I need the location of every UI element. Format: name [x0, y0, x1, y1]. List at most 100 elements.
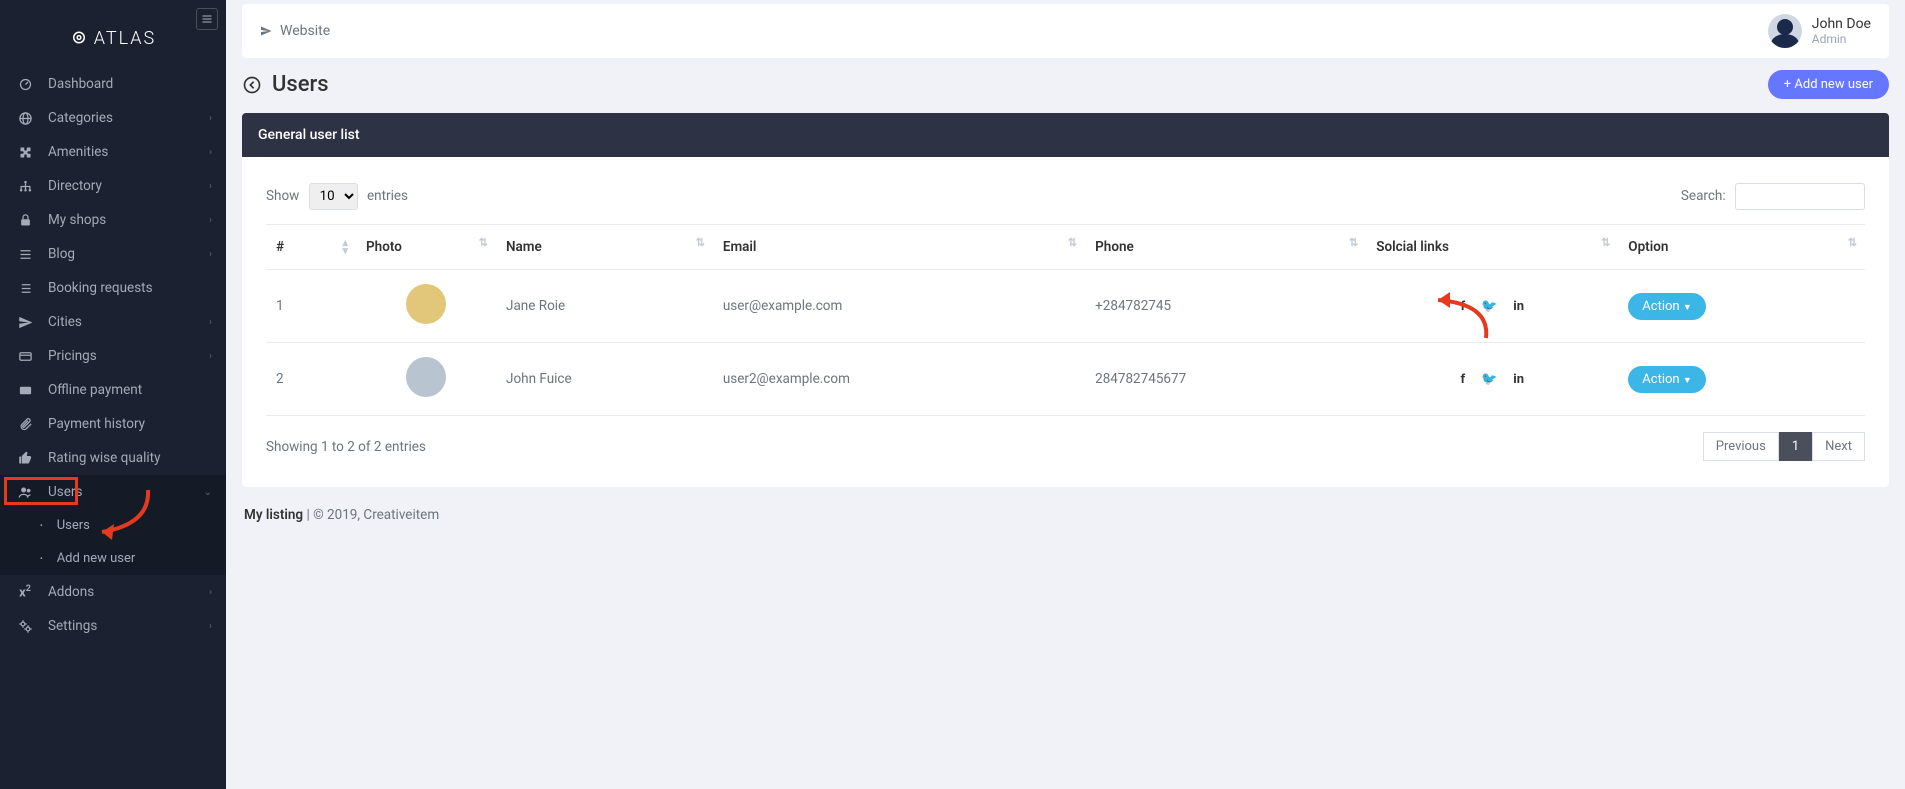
caret-down-icon: ▼: [1683, 376, 1692, 386]
gear-icon: [16, 619, 34, 634]
sidebar-item-categories[interactable]: Categories›: [0, 101, 226, 135]
col-phone[interactable]: Phone⇅: [1085, 225, 1366, 270]
website-label: Website: [280, 23, 330, 39]
cell-social: f 🐦 in: [1366, 343, 1618, 416]
page-1-button[interactable]: 1: [1779, 432, 1812, 461]
facebook-icon[interactable]: f: [1460, 372, 1465, 387]
sort-icon: ⇅: [1068, 239, 1077, 247]
hamburger-icon: [201, 13, 213, 25]
sidebar-item-offline-payment[interactable]: Offline payment: [0, 373, 226, 407]
sidebar-item-label: Settings: [48, 618, 97, 634]
sidebar-toggle-button[interactable]: [196, 8, 218, 30]
table-footer: Showing 1 to 2 of 2 entries Previous 1 N…: [266, 432, 1865, 461]
cell-phone: 284782745677: [1085, 343, 1366, 416]
sort-icon: ⇅: [696, 239, 705, 247]
circle-arrow-icon: [242, 75, 262, 95]
action-button[interactable]: Action ▼: [1628, 366, 1705, 393]
sidebar-item-blog[interactable]: Blog›: [0, 237, 226, 271]
puzzle-icon: [16, 145, 34, 160]
cell-email: user2@example.com: [713, 343, 1085, 416]
sidebar-item-label: Dashboard: [48, 76, 113, 92]
user-avatar: [1768, 14, 1802, 48]
sidebar-nav: DashboardCategories›Amenities›Directory›…: [0, 67, 226, 643]
search-input[interactable]: [1735, 183, 1865, 210]
col-solcial-links[interactable]: Solcial links⇅: [1366, 225, 1618, 270]
sidebar-subitem-add-new-user[interactable]: •Add new user: [0, 542, 226, 575]
footer-brand: My listing: [244, 507, 303, 523]
chevron-icon: ›: [209, 147, 212, 158]
user-menu[interactable]: John Doe Admin: [1768, 14, 1871, 48]
show-label: Show: [266, 188, 299, 204]
page-header: Users + Add new user: [242, 70, 1889, 99]
sidebar-item-dashboard[interactable]: Dashboard: [0, 67, 226, 101]
footer-credit: Creativeitem: [363, 507, 439, 523]
tree-icon: [16, 179, 34, 194]
sidebar-item-label: Addons: [48, 584, 94, 600]
col-email[interactable]: Email⇅: [713, 225, 1085, 270]
col-option[interactable]: Option⇅: [1618, 225, 1865, 270]
wallet-icon: [16, 383, 34, 398]
col-name[interactable]: Name⇅: [496, 225, 713, 270]
sidebar-item-label: Directory: [48, 178, 102, 194]
brand-logo[interactable]: ATLAS: [0, 0, 226, 67]
facebook-icon[interactable]: f: [1460, 299, 1465, 314]
sidebar-item-directory[interactable]: Directory›: [0, 169, 226, 203]
sidebar-item-my-shops[interactable]: My shops ›: [0, 203, 226, 237]
topbar: Website John Doe Admin: [242, 4, 1889, 58]
sidebar-item-label: Rating wise quality: [48, 450, 160, 466]
sidebar-subitem-users[interactable]: •Users: [0, 509, 226, 542]
page-title: Users: [242, 72, 329, 97]
sidebar-item-rating-wise-quality[interactable]: Rating wise quality: [0, 441, 226, 475]
sidebar-item-cities[interactable]: Cities ›: [0, 305, 226, 339]
bullet-icon: •: [40, 554, 43, 563]
sort-icon: ⇅: [479, 239, 488, 247]
brand-text: ATLAS: [94, 28, 156, 49]
col-photo[interactable]: Photo⇅: [356, 225, 496, 270]
sidebar-item-label: Cities: [48, 314, 82, 330]
sidebar-item-settings[interactable]: Settings›: [0, 609, 226, 643]
entries-label: entries: [367, 188, 408, 204]
chevron-icon: ›: [209, 317, 212, 328]
bullet-icon: •: [40, 521, 43, 530]
chevron-icon: ⌄: [204, 487, 212, 498]
pagination: Previous 1 Next: [1703, 432, 1865, 461]
action-button[interactable]: Action ▼: [1628, 293, 1705, 320]
add-new-user-button[interactable]: + Add new user: [1768, 70, 1889, 99]
sort-icon: ⇅: [1848, 239, 1857, 247]
chevron-icon: ›: [209, 215, 212, 226]
prev-button[interactable]: Previous: [1703, 432, 1779, 461]
next-button[interactable]: Next: [1812, 432, 1865, 461]
list-icon: [16, 247, 34, 262]
twitter-icon[interactable]: 🐦: [1481, 299, 1497, 314]
card-icon: [16, 349, 34, 364]
cell-index: 1: [266, 270, 356, 343]
linkedin-icon[interactable]: in: [1513, 372, 1524, 387]
user-role: Admin: [1812, 32, 1871, 46]
cell-option: Action ▼: [1618, 343, 1865, 416]
entries-select[interactable]: 10: [309, 183, 358, 210]
map-pin-icon: [70, 30, 88, 48]
x2-icon: x2: [16, 584, 34, 600]
website-link[interactable]: Website: [260, 23, 330, 39]
col--[interactable]: #▴▾: [266, 225, 356, 270]
user-name: John Doe: [1812, 16, 1871, 32]
sidebar-item-payment-history[interactable]: Payment history: [0, 407, 226, 441]
users-card: General user list Show 10 entries Search…: [242, 113, 1889, 487]
users-table: #▴▾Photo⇅Name⇅Email⇅Phone⇅Solcial links⇅…: [266, 224, 1865, 416]
sidebar: ATLAS DashboardCategories›Amenities›Dire…: [0, 0, 226, 789]
sidebar-item-addons[interactable]: x2Addons›: [0, 575, 226, 609]
cell-option: Action ▼: [1618, 270, 1865, 343]
cell-photo: [356, 343, 496, 416]
globe-icon: [16, 111, 34, 126]
sidebar-item-pricings[interactable]: Pricings›: [0, 339, 226, 373]
sidebar-item-label: My shops: [48, 212, 106, 228]
cell-social: f 🐦 in: [1366, 270, 1618, 343]
twitter-icon[interactable]: 🐦: [1481, 372, 1497, 387]
linkedin-icon[interactable]: in: [1513, 299, 1524, 314]
sidebar-item-users[interactable]: Users⌄: [0, 475, 226, 509]
sidebar-item-amenities[interactable]: Amenities›: [0, 135, 226, 169]
sidebar-item-booking-requests[interactable]: Booking requests: [0, 271, 226, 305]
search-label: Search:: [1681, 188, 1726, 204]
user-photo: [406, 284, 446, 324]
sort-icon: ▴▾: [342, 239, 348, 255]
